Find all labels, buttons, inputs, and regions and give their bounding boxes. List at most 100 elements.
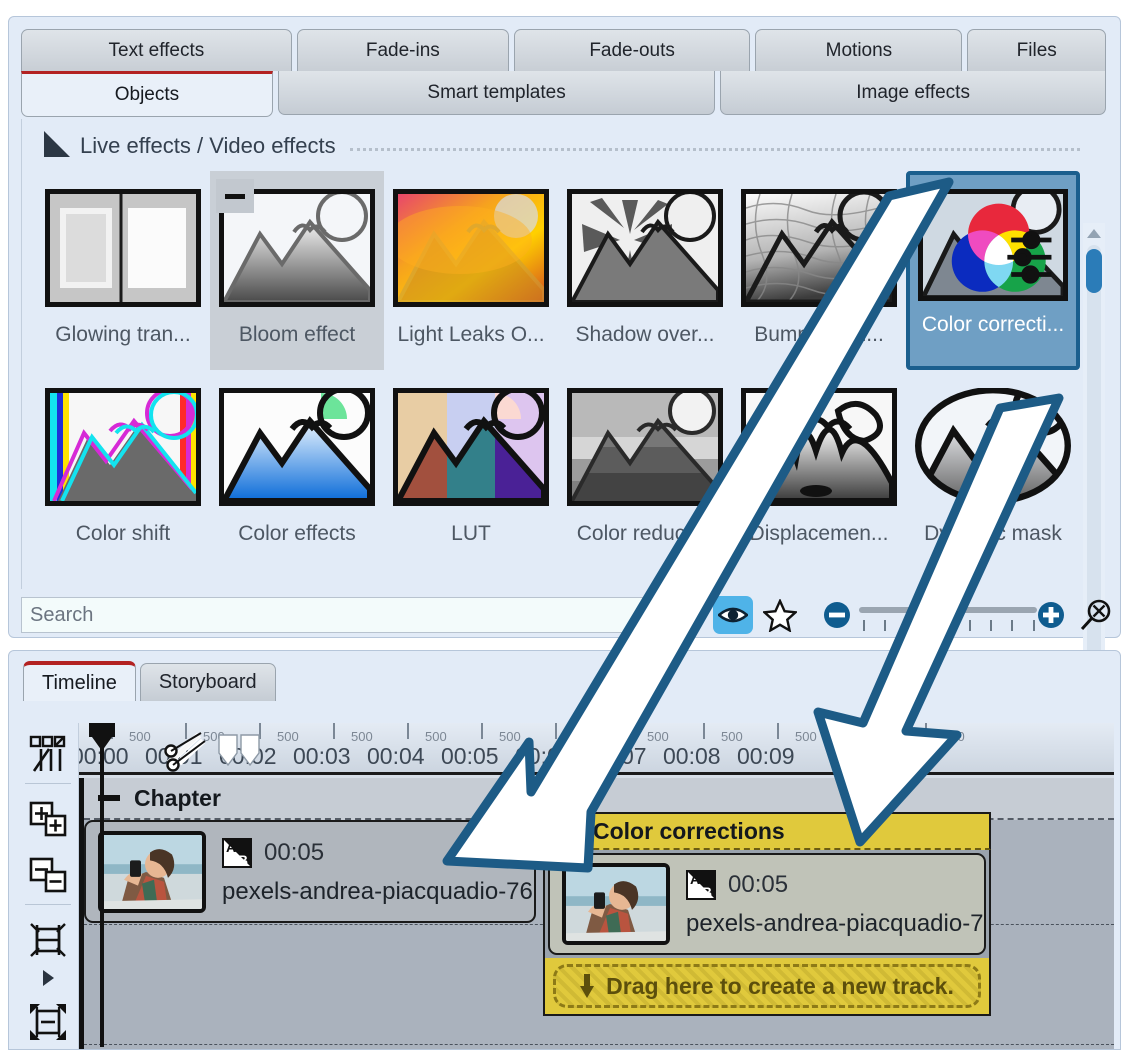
timeline-ruler[interactable]: 500 500 500 500 500 500 500 500 500 500 … [79,723,1114,775]
effect-item-bumpmapping[interactable]: Bumpmappi... [732,171,906,370]
slider-track[interactable] [859,607,1037,613]
effects-content: Live effects / Video effects [21,119,1111,589]
clip-duration-row: AB 00:05 [686,870,986,900]
effect-item-light-leaks[interactable]: Light Leaks O... [384,171,558,370]
effect-item-label: Displacemen... [750,522,889,546]
effects-grid-row: Color shift [36,370,1086,569]
effects-bottom-tabbar: Objects Smart templates Image effects [21,71,1111,117]
clip-thumbnail [562,863,670,945]
effects-group-title: Live effects / Video effects [80,133,336,159]
ab-transition-icon: AB [222,838,252,868]
search-input[interactable] [21,597,667,633]
expand-arrow-icon[interactable] [22,965,74,991]
collapse-minus-icon[interactable] [216,179,254,213]
fit-track-height-icon[interactable] [22,915,74,965]
effect-item-label: Glowing tran... [55,323,190,347]
ruler-time-label: 00:03 [293,743,351,770]
in-out-markers-icon[interactable] [217,733,263,772]
effect-item-label: Color correcti... [922,313,1064,337]
effect-thumbnail [393,388,549,506]
effects-top-tabbar: Text effects Fade-ins Fade-outs Motions … [21,27,1111,71]
effect-item-glowing-transition[interactable]: Glowing tran... [36,171,210,370]
clip-metadata: AB 00:05 pexels-andrea-piacquadio-76 [686,870,986,938]
playhead-marker-icon[interactable] [89,723,115,755]
tab-label: Text effects [109,40,205,62]
effect-item-lut[interactable]: LUT [384,370,558,569]
tab-motions[interactable]: Motions [755,29,962,71]
remove-track-icon[interactable] [22,850,74,900]
scissors-icon[interactable] [161,729,209,778]
slider-ticks [863,620,1035,632]
zoom-in-button[interactable] [1037,601,1065,629]
clip-name: pexels-andrea-piacquadio-76 [222,878,533,906]
ruler-minor-label: 500 [721,729,743,744]
track-collapse-icon[interactable] [557,828,579,835]
tab-label: Image effects [856,82,970,104]
effect-item-label: Color effects [238,522,356,546]
effects-panel: Text effects Fade-ins Fade-outs Motions … [8,16,1121,638]
favorite-button[interactable] [763,599,797,632]
clip-duration-row: AB 00:05 [222,838,533,868]
zoom-out-button[interactable] [823,601,851,629]
effect-thumbnail [918,189,1068,301]
ruler-time-label: 00:05 [441,743,499,770]
preview-toggle-button[interactable] [713,596,752,634]
scrollbar-thumb[interactable] [1086,249,1102,293]
eye-icon [718,604,748,626]
timeline-clip[interactable]: AB 00:05 pexels-andrea-piacquadio-76 [548,853,986,955]
effect-item-displacement[interactable]: Displacemen... [732,370,906,569]
effects-grid: Glowing tran... [36,171,1086,569]
effect-thumbnail [45,189,201,307]
effect-item-label: Light Leaks O... [397,323,544,347]
tab-label: Timeline [42,672,117,695]
tab-fade-ins[interactable]: Fade-ins [297,29,509,71]
tab-smart-templates[interactable]: Smart templates [278,71,715,115]
effect-item-color-reduction[interactable]: Color reducti... [558,370,732,569]
effect-thumbnail [741,388,897,506]
ruler-time-label: 00:09 [737,743,795,770]
object-mode-icon[interactable] [22,729,74,779]
minus-circle-icon [823,601,851,629]
tab-objects[interactable]: Objects [21,71,273,117]
download-arrow-icon [580,974,594,998]
effect-thumbnail [45,388,201,506]
effect-item-color-effects[interactable]: Color effects [210,370,384,569]
scroll-up-arrow-icon[interactable] [1087,229,1101,238]
tab-text-effects[interactable]: Text effects [21,29,292,71]
tab-label: Fade-ins [366,40,440,62]
clip-name: pexels-andrea-piacquadio-76 [686,910,986,938]
effect-thumbnail [567,189,723,307]
collapse-left-icon[interactable] [683,602,703,628]
fit-all-tracks-icon[interactable] [22,997,74,1047]
triangle-collapse-icon[interactable] [44,131,70,157]
effect-item-color-shift[interactable]: Color shift [36,370,210,569]
ruler-minor-label: 500 [869,729,891,744]
drop-zone-inner[interactable]: Drag here to create a new track. [553,964,981,1008]
track-lane-empty[interactable] [84,1045,1114,1049]
ruler-minor-label: 500 [943,729,965,744]
effect-thumbnail [393,189,549,307]
slider-knob[interactable] [916,601,933,619]
ruler-minor-label: 500 [499,729,521,744]
drop-zone-label: Drag here to create a new track. [606,973,954,1000]
tab-image-effects[interactable]: Image effects [720,71,1106,115]
tab-label: Fade-outs [589,40,675,62]
timeline-clip[interactable]: AB 00:05 pexels-andrea-piacquadio-76 [84,820,536,923]
drag-preview-color-corrections[interactable]: Color corrections [543,812,991,1017]
reset-zoom-button[interactable] [1079,599,1113,631]
add-track-icon[interactable] [22,794,74,844]
tab-label: Objects [115,84,179,106]
tab-fade-outs[interactable]: Fade-outs [514,29,751,71]
zoom-slider[interactable] [859,596,1025,634]
effect-item-shadow-overlay[interactable]: Shadow over... [558,171,732,370]
effect-item-color-correction[interactable]: Color correcti... [906,171,1080,370]
tab-storyboard[interactable]: Storyboard [140,663,276,701]
effect-item-dynamic-mask[interactable]: Dynamic mask [906,370,1080,569]
drag-panel-header[interactable]: Color corrections [543,812,991,850]
effects-group-header[interactable]: Live effects / Video effects [44,133,1084,159]
tab-timeline[interactable]: Timeline [23,661,136,701]
new-track-drop-zone[interactable]: Drag here to create a new track. [543,958,991,1016]
tab-files[interactable]: Files [967,29,1106,71]
effect-item-bloom-effect[interactable]: Bloom effect [210,171,384,370]
star-icon [763,599,797,632]
